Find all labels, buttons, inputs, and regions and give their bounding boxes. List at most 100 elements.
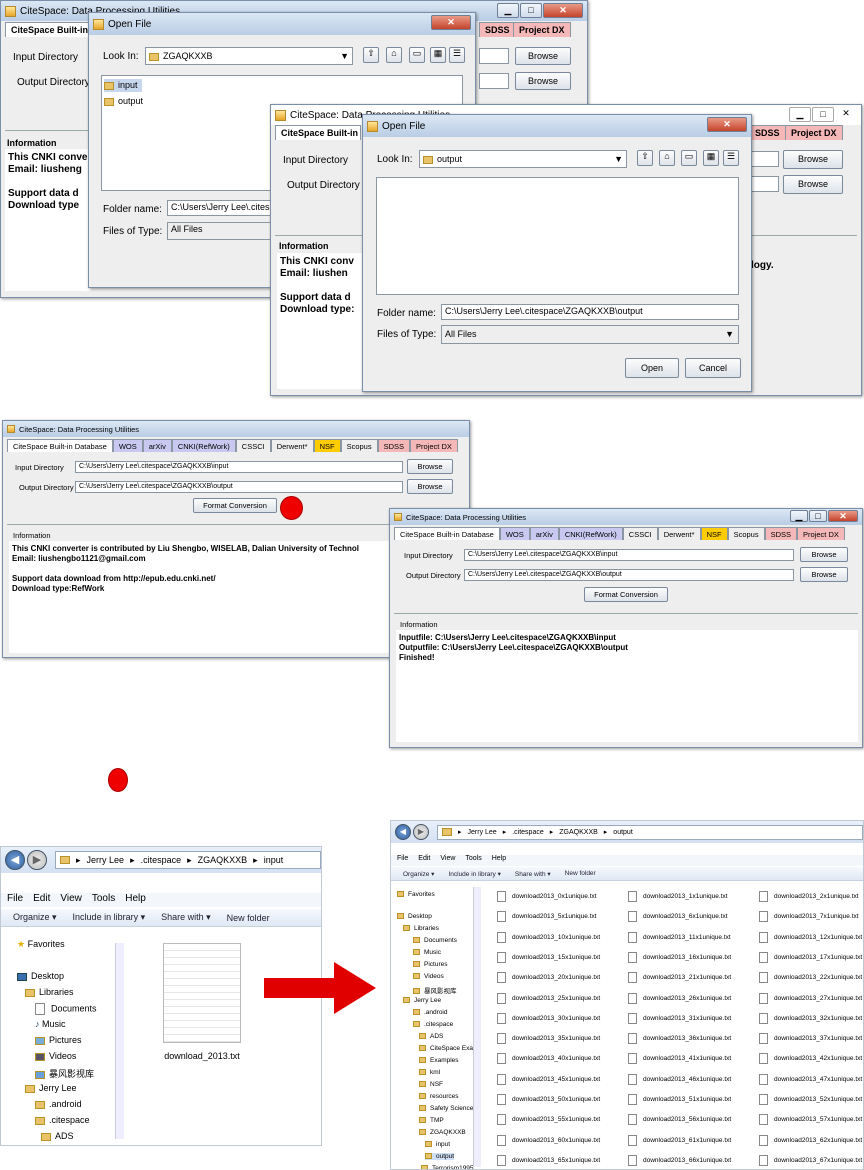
tab-cssci[interactable]: CSSCI [622,527,658,540]
new-folder-button[interactable]: New folder [565,870,596,877]
close-button[interactable]: ✕ [707,117,747,132]
close-button[interactable]: ✕ [835,107,857,122]
tab-cnki[interactable]: CNKI(RefWork) [558,527,623,540]
menu-view[interactable]: View [60,893,82,907]
tab-cnki[interactable]: CNKI(RefWork) [171,439,236,452]
tree-item[interactable]: NSF [419,1081,443,1088]
browse-input-button[interactable]: Browse [783,150,843,169]
files-of-type-select[interactable]: All Files [167,222,277,240]
browse-input-button[interactable]: Browse [407,459,453,474]
tab-project-dx[interactable]: Project DX [785,125,843,140]
open-button[interactable]: Open [625,358,679,378]
file-item[interactable]: download2013_21x1unique.txt [628,972,731,984]
tree-item[interactable]: Pictures [413,961,447,968]
tab-scopus[interactable]: Scopus [727,527,765,540]
tree-item[interactable]: .android [413,1009,448,1016]
tab-citespace-builtin[interactable]: CiteSpace Built-in [5,22,89,37]
up-folder-icon[interactable]: ⇧ [637,150,653,166]
file-item[interactable]: download2013_52x1unique.txt [759,1094,862,1105]
details-view-icon[interactable]: ☰ [723,150,739,166]
close-button[interactable]: ✕ [543,3,583,18]
tree-item[interactable]: .citespace [413,1021,453,1028]
tree-item-desktop[interactable]: Desktop [17,971,64,981]
tab-sdss[interactable]: SDSS [749,125,786,140]
share-with-button[interactable]: Share with ▾ [161,912,211,923]
details-view-icon[interactable]: ☰ [449,47,465,63]
output-directory-field[interactable]: C:\Users\Jerry Lee\.citespace\ZGAQKXXB\o… [75,481,403,493]
breadcrumb-item[interactable]: Jerry Lee [468,829,497,836]
file-list[interactable] [376,177,739,295]
menu-help[interactable]: Help [492,855,506,866]
tree-item[interactable]: ADS [419,1033,443,1040]
browse-output-button[interactable]: Browse [783,175,843,194]
scrollbar[interactable] [115,943,124,1139]
home-folder-icon[interactable]: ⌂ [386,47,402,63]
file-item[interactable]: download2013_7x1unique.txt [759,911,859,923]
tree-item-music[interactable]: ♪ Music [35,1019,66,1029]
file-item[interactable]: download2013_11x1unique.txt [628,931,731,943]
tab-nsf[interactable]: NSF [700,527,728,540]
file-item[interactable]: download2013_2x1unique.txt [759,891,859,902]
tree-item[interactable]: Desktop [397,913,432,920]
tree-item[interactable]: Music [413,949,441,956]
file-item[interactable]: download2013_31x1unique.txt [628,1012,731,1024]
file-item[interactable]: download2013_62x1unique.txt [759,1134,862,1146]
menu-help[interactable]: Help [125,893,146,907]
file-item[interactable]: download2013_41x1unique.txt [628,1053,731,1065]
list-view-icon[interactable]: ▦ [430,47,446,63]
file-item[interactable]: download2013_45x1unique.txt [497,1073,600,1085]
file-item[interactable]: download2013_20x1unique.txt [497,972,600,984]
include-in-library-button[interactable]: Include in library ▾ [73,912,146,923]
tree-item[interactable]: Safety Science [419,1105,473,1112]
file-item[interactable]: download2013_27x1unique.txt [759,992,862,1004]
maximize-button[interactable]: □ [809,510,827,522]
tree-item[interactable]: Terrorism1995 [421,1165,474,1169]
folder-name-input[interactable]: C:\Users\Jerry Lee\.cites [167,200,277,216]
up-folder-icon[interactable]: ⇧ [363,47,379,63]
folder-item-output[interactable]: output [104,95,143,108]
tab-wos[interactable]: WOS [499,527,530,540]
include-in-library-button[interactable]: Include in library ▾ [448,870,500,878]
file-item[interactable]: download2013_25x1unique.txt [497,992,600,1004]
tree-item[interactable]: Videos [413,973,444,980]
file-item[interactable]: download2013_5x1unique.txt [497,911,597,923]
scrollbar[interactable] [473,887,481,1167]
file-item[interactable]: download2013_56x1unique.txt [628,1114,731,1126]
tree-item-ads[interactable]: ADS [41,1131,74,1141]
tree-item-documents[interactable]: Documents [35,1003,97,1015]
tree-item-citespace[interactable]: .citespace [35,1115,90,1125]
minimize-button[interactable]: ▁ [790,510,808,522]
menu-tools[interactable]: Tools [92,893,115,907]
breadcrumb-item[interactable]: ZGAQKXXB [559,829,598,836]
tab-derwent[interactable]: Derwent* [657,527,701,540]
tab-cssci[interactable]: CSSCI [235,439,271,452]
menu-edit[interactable]: Edit [33,893,50,907]
file-item[interactable]: download2013_26x1unique.txt [628,992,731,1004]
maximize-button[interactable]: □ [520,3,542,18]
breadcrumb-item[interactable]: output [613,829,632,836]
forward-button[interactable]: ▶ [413,824,429,840]
breadcrumb-item[interactable]: ZGAQKXXB [198,855,248,865]
file-item[interactable]: download2013_37x1unique.txt [759,1033,862,1045]
file-item[interactable]: download2013_40x1unique.txt [497,1053,600,1065]
tab-arxiv[interactable]: arXiv [529,527,559,540]
cancel-button[interactable]: Cancel [685,358,741,378]
share-with-button[interactable]: Share with ▾ [515,870,551,878]
tree-item[interactable]: input [425,1141,450,1148]
tab-project-dx[interactable]: Project DX [513,22,571,37]
menu-tools[interactable]: Tools [465,855,481,866]
file-item[interactable]: download2013_51x1unique.txt [628,1094,731,1105]
file-item[interactable]: download2013_50x1unique.txt [497,1094,600,1105]
tree-item[interactable]: ZGAQKXXB [419,1129,466,1136]
browse-output-button[interactable]: Browse [515,72,571,90]
tab-nsf[interactable]: NSF [313,439,341,452]
close-button[interactable]: ✕ [431,15,471,30]
format-conversion-button[interactable]: Format Conversion [193,498,277,513]
file-item[interactable]: download2013_55x1unique.txt [497,1114,600,1126]
tab-wos[interactable]: WOS [112,439,143,452]
tree-item[interactable]: Libraries [403,925,439,932]
file-item[interactable]: download2013_67x1unique.txt [759,1154,862,1166]
file-item[interactable]: download2013_0x1unique.txt [497,891,597,902]
browse-input-button[interactable]: Browse [800,547,848,562]
tab-project-dx[interactable]: Project DX [410,439,458,452]
